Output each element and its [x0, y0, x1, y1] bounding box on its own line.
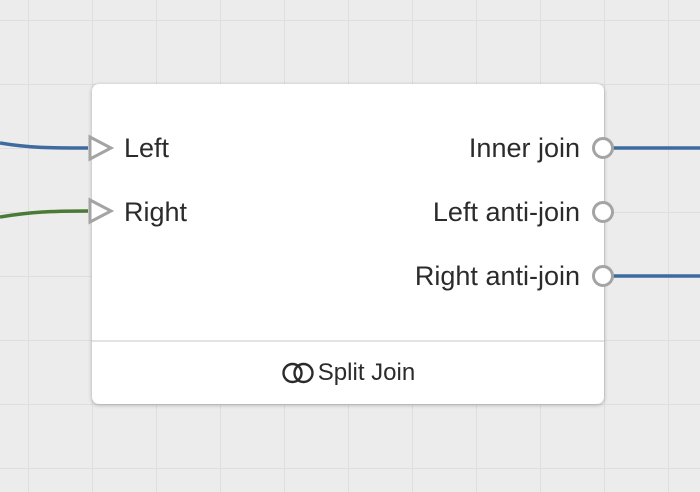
left-anti-join-output-label: Left anti-join — [432, 197, 580, 227]
node-title: Split Join — [317, 359, 416, 386]
split-join-node[interactable]: Left Right Inner join Left anti-join Rig… — [88, 84, 614, 404]
inner-join-output-port[interactable] — [592, 137, 614, 159]
right-input-label: Right — [124, 197, 188, 227]
wire-left-input[interactable] — [0, 141, 89, 150]
venn-join-icon — [282, 362, 314, 384]
right-anti-join-output-label: Right anti-join — [414, 261, 580, 291]
workflow-canvas[interactable]: Left Right Inner join Left anti-join Rig… — [0, 0, 700, 492]
triangle-port-icon — [88, 134, 115, 162]
wire-right-input[interactable] — [0, 209, 89, 219]
left-input-label: Left — [124, 133, 170, 163]
right-anti-join-output-port[interactable] — [592, 265, 614, 287]
inner-join-output-label: Inner join — [468, 133, 580, 163]
left-input-port[interactable] — [87, 134, 115, 162]
triangle-port-icon — [88, 197, 115, 225]
node-footer: Split Join — [92, 342, 604, 404]
left-anti-join-output-port[interactable] — [592, 201, 614, 223]
right-input-port[interactable] — [87, 197, 115, 225]
